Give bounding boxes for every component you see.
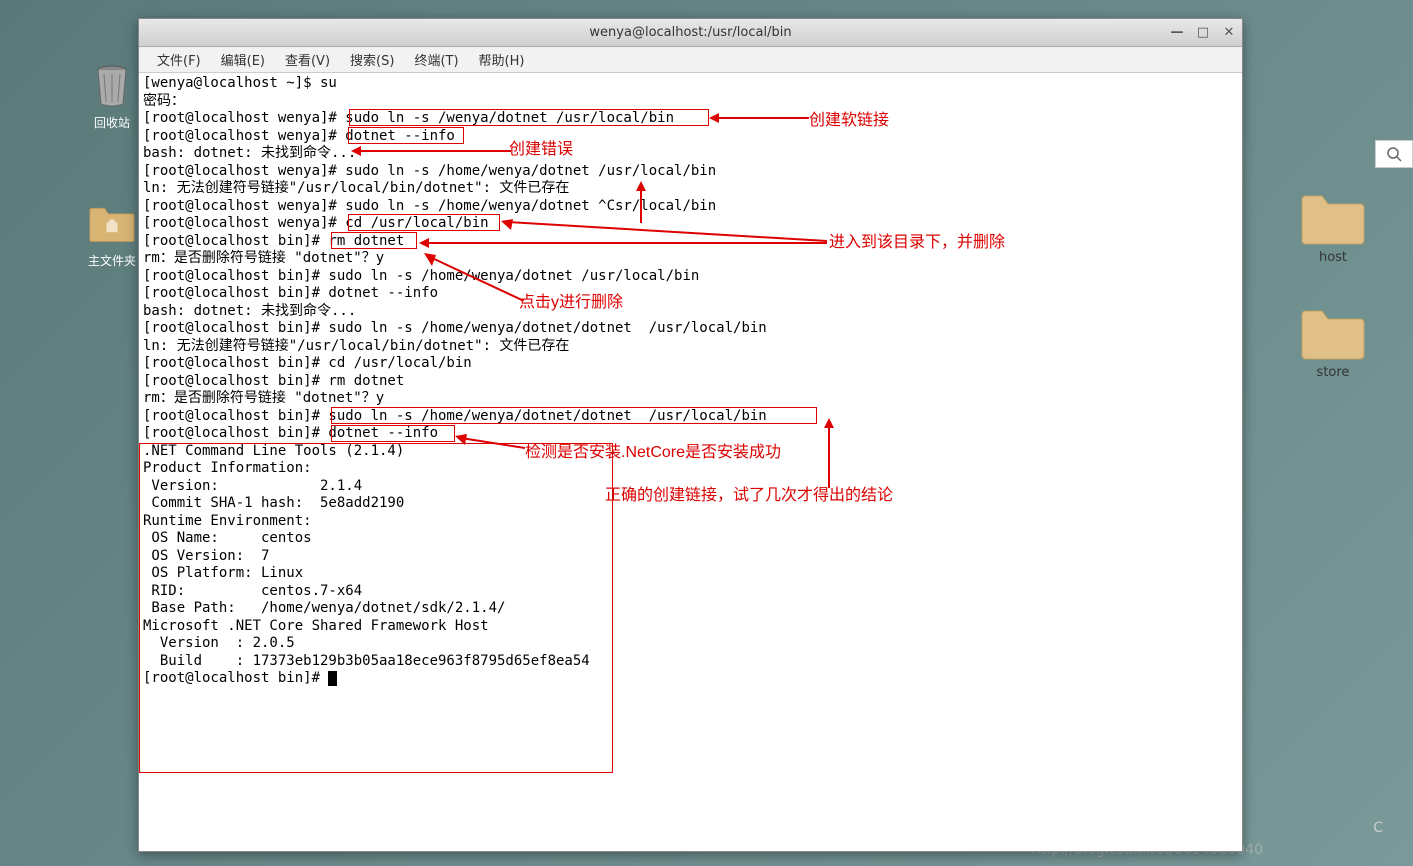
terminal-line: [root@localhost bin]# sudo ln -s /home/w…	[143, 408, 1238, 426]
home-folder-icon	[88, 200, 136, 248]
terminal-line: Version : 2.0.5	[143, 635, 1238, 653]
annotation-text: 检测是否安装.NetCore是否安装成功	[525, 443, 781, 463]
terminal-line: bash: dotnet: 未找到命令...	[143, 145, 1238, 163]
annotation-text: 进入到该目录下，并删除	[829, 233, 1005, 253]
folder-icon	[1298, 305, 1368, 361]
terminal-line: rm：是否删除符号链接 "dotnet"？y	[143, 390, 1238, 408]
terminal-line: [root@localhost bin]# cd /usr/local/bin	[143, 355, 1238, 373]
terminal-line: ln: 无法创建符号链接"/usr/local/bin/dotnet": 文件已…	[143, 180, 1238, 198]
terminal-line: [root@localhost bin]# dotnet --info	[143, 285, 1238, 303]
terminal-line: Build : 17373eb129b3b05aa18ece963f8795d6…	[143, 653, 1238, 671]
terminal-line: [root@localhost bin]# dotnet --info	[143, 425, 1238, 443]
terminal-line: 密码：	[143, 93, 1238, 111]
menu-view[interactable]: 查看(V)	[275, 47, 340, 72]
terminal-line: [root@localhost wenya]# sudo ln -s /weny…	[143, 110, 1238, 128]
terminal-line: [root@localhost wenya]# sudo ln -s /home…	[143, 163, 1238, 181]
maximize-button[interactable]: □	[1196, 26, 1210, 40]
terminal-window: wenya@localhost:/usr/local/bin — □ ✕ 文件(…	[138, 18, 1243, 852]
menu-help[interactable]: 帮助(H)	[469, 47, 535, 72]
folder-icon	[1298, 190, 1368, 246]
terminal-line: Microsoft .NET Core Shared Framework Hos…	[143, 618, 1238, 636]
menu-file[interactable]: 文件(F)	[147, 47, 211, 72]
annotation-text: 点击y进行删除	[519, 293, 623, 313]
annotation-text: 创建错误	[509, 140, 573, 160]
terminal-line: [wenya@localhost ~]$ su	[143, 75, 1238, 93]
terminal-line: [root@localhost wenya]# sudo ln -s /home…	[143, 198, 1238, 216]
right-folder-store[interactable]: store	[1253, 305, 1413, 380]
terminal-line: Base Path: /home/wenya/dotnet/sdk/2.1.4/	[143, 600, 1238, 618]
annotation-text: 正确的创建链接，试了几次才得出的结论	[605, 486, 893, 506]
window-titlebar[interactable]: wenya@localhost:/usr/local/bin — □ ✕	[139, 19, 1242, 47]
folder-label: store	[1253, 365, 1413, 380]
terminal-line: [root@localhost bin]# sudo ln -s /home/w…	[143, 268, 1238, 286]
window-title: wenya@localhost:/usr/local/bin	[589, 25, 791, 40]
trash-icon	[88, 62, 136, 110]
terminal-line: OS Platform: Linux	[143, 565, 1238, 583]
terminal-line: [root@localhost wenya]# cd /usr/local/bi…	[143, 215, 1238, 233]
folder-label: host	[1253, 250, 1413, 265]
menu-terminal[interactable]: 终端(T)	[404, 47, 468, 72]
annotation-text: 创建软链接	[809, 111, 889, 131]
terminal-line: [root@localhost bin]#	[143, 670, 1238, 688]
terminal-content[interactable]: [wenya@localhost ~]$ su密码：[root@localhos…	[139, 73, 1242, 851]
terminal-line: ln: 无法创建符号链接"/usr/local/bin/dotnet": 文件已…	[143, 338, 1238, 356]
terminal-line: OS Version: 7	[143, 548, 1238, 566]
terminal-line: RID: centos.7-x64	[143, 583, 1238, 601]
cursor	[328, 671, 337, 686]
terminal-line: bash: dotnet: 未找到命令...	[143, 303, 1238, 321]
terminal-line: [root@localhost bin]# rm dotnet	[143, 233, 1238, 251]
terminal-line: [root@localhost wenya]# dotnet --info	[143, 128, 1238, 146]
terminal-line: [root@localhost bin]# sudo ln -s /home/w…	[143, 320, 1238, 338]
menubar: 文件(F) 编辑(E) 查看(V) 搜索(S) 终端(T) 帮助(H)	[139, 47, 1242, 73]
terminal-line: OS Name: centos	[143, 530, 1238, 548]
terminal-line: [root@localhost bin]# rm dotnet	[143, 373, 1238, 391]
terminal-line: rm：是否删除符号链接 "dotnet"？y	[143, 250, 1238, 268]
terminal-line: Runtime Environment:	[143, 513, 1238, 531]
menu-search[interactable]: 搜索(S)	[340, 47, 404, 72]
bottom-indicator: C	[1373, 820, 1383, 836]
menu-edit[interactable]: 编辑(E)	[211, 47, 275, 72]
close-button[interactable]: ✕	[1222, 26, 1236, 40]
right-folder-host[interactable]: host	[1253, 190, 1413, 265]
minimize-button[interactable]: —	[1170, 26, 1184, 40]
